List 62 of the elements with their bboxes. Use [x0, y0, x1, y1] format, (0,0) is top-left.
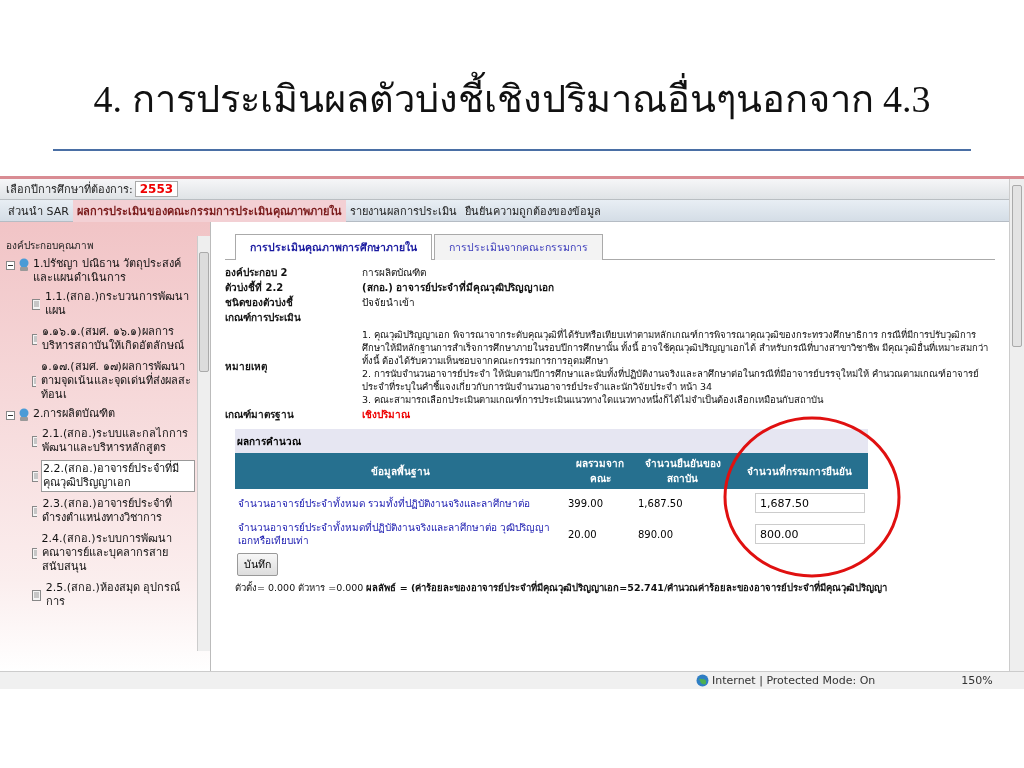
- tree-item[interactable]: 2.5.(สกอ.)ห้องสมุด อุปกรณ์การ: [43, 579, 195, 611]
- collapse-icon[interactable]: [6, 411, 15, 420]
- menu-item[interactable]: รายงานผลการประเมิน: [345, 199, 461, 222]
- field-value: การผลิตบัณฑิต: [362, 266, 427, 279]
- tab[interactable]: การประเมินคุณภาพการศึกษาภายใน: [235, 234, 432, 260]
- formula-text: ตัวตั้ง= 0.000 ตัวหาร =0.000 ผลลัพธ์ = (ค่าร้อยละของอาจารย์ประจำที่มีคุณวุฒิปริญญาเอก=52.741/คำนวณค่าร้อยละของอาจารย์ประจำที่มีคุณวุฒิปริญญา: [235, 580, 888, 595]
- tree-item[interactable]: 2.1.(สกอ.)ระบบและกลไกการพัฒนาและบริหารหลักสูตร: [40, 425, 195, 457]
- field-label: องค์ประกอบ 2: [225, 266, 289, 279]
- document-icon: [32, 589, 41, 601]
- zone-text: Internet | Protected Mode: On: [712, 674, 876, 687]
- table-cell: 890.00: [638, 528, 673, 540]
- document-icon: [32, 333, 37, 345]
- document-icon: [32, 298, 41, 310]
- page-scrollbar[interactable]: [1009, 179, 1024, 671]
- column-header: จำนวนยืนยันของสถาบัน: [635, 453, 730, 489]
- table-cell: 399.00: [568, 497, 603, 509]
- tree-item[interactable]: ๑.๑๖.๑.(สมศ. ๑๖.๑)ผลการบริหารสถาบันให้เกิดอัตลักษณ์: [39, 323, 195, 355]
- tree-item[interactable]: 1.1.(สกอ.)กระบวนการพัฒนาแผน: [43, 288, 195, 320]
- field-label: เกณฑ์การประเมิน: [225, 311, 302, 324]
- field-label: เกณฑ์มาตรฐาน: [225, 408, 295, 421]
- item-link[interactable]: จำนวนอาจารย์ประจำทั้งหมดที่ปฏิบัติงานจริงและลาศึกษาต่อ วุฒิปริญญาเอกหรือเทียบเท่า: [238, 521, 562, 547]
- tree-node[interactable]: 2.การผลิตบัณฑิต: [33, 407, 195, 421]
- save-button[interactable]: บันทึก: [237, 553, 278, 576]
- tree-item[interactable]: ๑.๑๗.(สมศ. ๑๗)ผลการพัฒนาตามจุดเน้นและจุดเด่นที่ส่งผลสะท้อนเ: [39, 358, 195, 404]
- document-icon: [32, 435, 38, 447]
- field-value: เชิงปริมาณ: [362, 408, 411, 421]
- collapse-icon[interactable]: [6, 261, 15, 270]
- note-text: 3. คณะสามารถเลือกประเมินตามเกณฑ์การประเมินแนวทางใดแนวทางหนึ่งก็ได้ไม่จำเป็นต้องเลือกเหมือนกับสถาบัน: [362, 393, 825, 406]
- year-value[interactable]: 2553: [134, 181, 179, 197]
- document-icon: [32, 470, 39, 482]
- tab[interactable]: การประเมินจากคณะกรรมการ: [434, 234, 603, 260]
- column-header: ข้อมูลพื้นฐาน: [235, 453, 565, 489]
- sidebar-heading: องค์ประกอบคุณภาพ: [6, 239, 95, 253]
- section-title: ผลการคำนวณ: [235, 429, 868, 453]
- tree-node[interactable]: 1.ปรัชญา ปณิธาน วัตถุประสงค์ และแผนดำเนินการ: [33, 257, 195, 285]
- year-label: เลือกปีการศึกษาที่ต้องการ:: [6, 180, 133, 198]
- field-label: ชนิดของตัวบ่งชี้: [225, 296, 295, 309]
- column-header: ผลรวมจากคณะ: [565, 453, 635, 489]
- tree-item[interactable]: 2.3.(สกอ.)อาจารย์ประจำที่ดำรงตำแหน่งทางวิชาการ: [40, 495, 195, 527]
- input-field[interactable]: 1,687.50: [755, 493, 865, 513]
- menu-item[interactable]: ยืนยันความถูกต้องของข้อมูล: [460, 199, 605, 222]
- menu-item[interactable]: ผลการประเมินของคณะกรรมการประเมินคุณภาพภายใน: [72, 199, 346, 222]
- menu-item[interactable]: ส่วนนำ SAR: [4, 199, 73, 222]
- field-label: ตัวบ่งชี้ที่ 2.2: [225, 281, 285, 294]
- note-text: 1. คุณวุฒิปริญญาเอก พิจารณาจากระดับคุณวุฒิที่ได้รับหรือเทียบเท่าตามหลักเกณฑ์การพิจารณาคุณวุฒิของกระทรวงศึกษาธิการ กรณีที่มีการปรับวุฒิการศึกษาให้มีหลักฐานการสำเร็จการศึกษาภายในรอบปีการศึกษานั้น ทั้งนี้ อาจใช้คุณวุฒิปริญญาเอกได้ สำหรับกรณีที่บางสาขาวิชาชีพ มีคุณวุฒิอื่นที่เหมาะสมกว่า ทั้งนี้ ต้องได้รับความเห็นชอบจากคณะกรรมการการอุดมศึกษา: [362, 328, 990, 367]
- table-cell: 1,687.50: [638, 497, 683, 509]
- document-icon: [32, 547, 37, 559]
- note-text: 2. การนับจำนวนอาจารย์ประจำ ให้นับตามปีการศึกษาและนับทั้งที่ปฏิบัติงานจริงและลาศึกษาต่อในกรณีที่มีอาจารย์บรรจุใหม่ให้ คำนวณตามเกณฑ์อาจารย์ประจำที่ระบุในคำชี้แจงเกี่ยวกับการนับจำนวนอาจารย์ประจำและนักวิจัยประจำ หน้า 34: [362, 367, 981, 393]
- document-icon: [32, 505, 38, 517]
- document-icon: [32, 375, 37, 387]
- item-link[interactable]: จำนวนอาจารย์ประจำทั้งหมด รวมทั้งที่ปฏิบัติงานจริงและลาศึกษาต่อ: [238, 496, 531, 510]
- input-field[interactable]: 800.00: [755, 524, 865, 544]
- column-header: จำนวนที่กรรมการยืนยัน: [730, 453, 868, 489]
- table-cell: 20.00: [568, 528, 597, 540]
- tree-item[interactable]: 2.4.(สกอ.)ระบบการพัฒนาคณาจารย์และบุคลากรสายสนับสนุน: [39, 530, 195, 576]
- zoom-level[interactable]: 150%: [961, 674, 993, 687]
- scrollbar[interactable]: [197, 236, 210, 651]
- field-value: ปัจจัยนำเข้า: [362, 296, 416, 309]
- tree-item[interactable]: 2.2.(สกอ.)อาจารย์ประจำที่มีคุณวุฒิปริญญาเอก: [41, 460, 195, 492]
- field-label: หมายเหตุ: [225, 359, 268, 373]
- field-value: (สกอ.) อาจารย์ประจำที่มีคุณวุฒิปริญญาเอก: [362, 281, 556, 294]
- slide-title: 4. การประเมินผลตัวบ่งชี้เชิงปริมาณอื่นๆนอกจาก 4.3: [93, 68, 931, 129]
